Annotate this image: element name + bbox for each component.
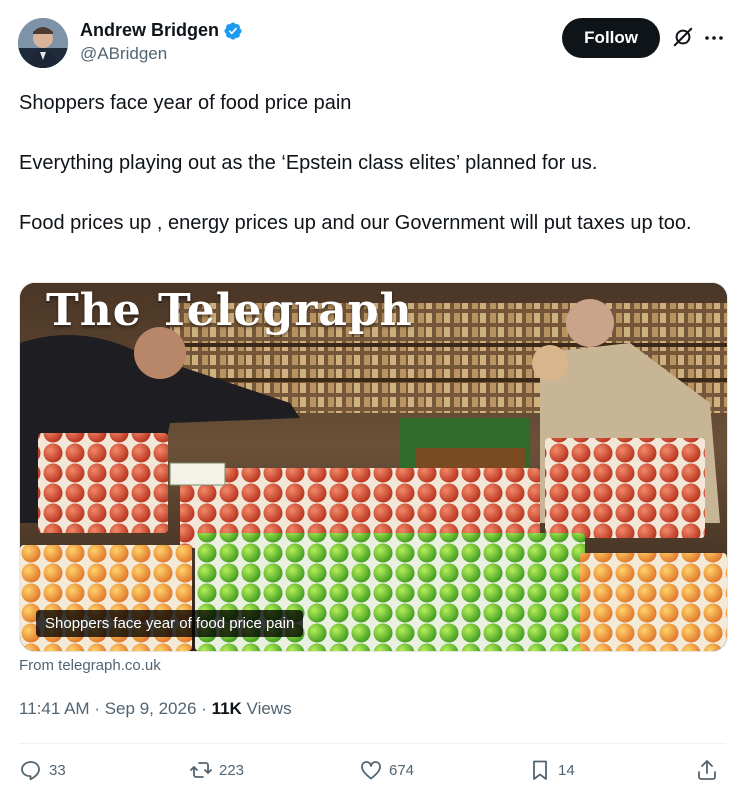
heart-icon: [361, 761, 381, 780]
views-label: Views: [246, 699, 292, 718]
repost-icon: [190, 762, 212, 778]
tweet-meta: 11:41 AM · Sep 9, 2026 · 11K Views: [19, 699, 292, 719]
meta-separator: ·: [94, 699, 100, 718]
author-handle[interactable]: @ABridgen: [80, 44, 243, 64]
tweet-paragraph: Shoppers face year of food price pain: [19, 92, 352, 114]
avatar-photo: [18, 18, 68, 68]
tweet-paragraph: Everything playing out as the ‘Epstein c…: [19, 152, 598, 174]
author-names: Andrew Bridgen @ABridgen: [80, 20, 243, 64]
like-button[interactable]: 674: [359, 758, 414, 782]
meta-separator: ·: [201, 699, 207, 718]
bookmark-button[interactable]: 14: [528, 758, 575, 782]
action-bar: 33 223 674 14: [19, 758, 726, 788]
tweet-time[interactable]: 11:41 AM: [19, 699, 90, 718]
divider: [19, 743, 726, 744]
supermarket-photo: [20, 283, 727, 651]
link-source[interactable]: From telegraph.co.uk: [19, 657, 161, 674]
repost-count: 223: [219, 761, 245, 779]
link-card-caption: Shoppers face year of food price pain: [36, 610, 304, 637]
views-count: 11K: [211, 699, 242, 718]
like-count: 674: [389, 761, 415, 779]
link-card-image[interactable]: The Telegraph Shoppers face year of food…: [19, 282, 728, 652]
reply-button[interactable]: 33: [19, 758, 66, 782]
reply-count: 33: [49, 761, 66, 779]
share-icon: [698, 760, 716, 780]
bookmark-icon: [533, 760, 547, 780]
verified-badge-icon[interactable]: [223, 21, 243, 41]
follow-button[interactable]: Follow: [562, 18, 660, 58]
reply-icon: [21, 761, 40, 781]
avatar[interactable]: [18, 18, 68, 68]
tweet-text: Shoppers face year of food price pain Ev…: [19, 88, 719, 238]
publication-masthead: The Telegraph: [46, 285, 413, 336]
bookmark-count: 14: [558, 761, 575, 779]
tweet-date[interactable]: Sep 9, 2026: [105, 699, 197, 718]
grok-icon[interactable]: [672, 26, 694, 48]
tweet-paragraph: Food prices up , energy prices up and ou…: [19, 212, 692, 234]
share-button[interactable]: [695, 758, 719, 782]
author-display-name[interactable]: Andrew Bridgen: [80, 20, 219, 41]
more-icon[interactable]: [702, 26, 726, 50]
repost-button[interactable]: 223: [189, 758, 244, 782]
tweet-header: Andrew Bridgen @ABridgen Follow: [18, 16, 728, 72]
